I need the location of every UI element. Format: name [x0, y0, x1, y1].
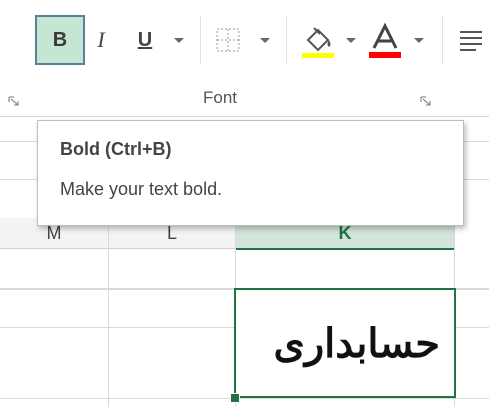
fill-color-button[interactable] [298, 20, 338, 60]
dialog-launcher-icon[interactable] [8, 96, 20, 106]
fill-color-dropdown-icon[interactable] [346, 38, 356, 43]
ribbon-separator [286, 16, 287, 64]
ribbon-separator [442, 16, 443, 64]
borders-button[interactable] [212, 24, 244, 56]
bold-button[interactable]: B [35, 15, 85, 65]
bold-icon: B [52, 28, 68, 51]
font-color-icon [369, 22, 401, 58]
font-dialog-launcher-icon[interactable] [420, 96, 432, 106]
align-icon [460, 31, 482, 51]
underline-icon: U [137, 28, 153, 51]
font-color-button[interactable] [364, 20, 406, 60]
font-color-dropdown-icon[interactable] [414, 38, 424, 43]
italic-icon: I [97, 27, 105, 52]
italic-button[interactable]: I [88, 22, 114, 58]
fill-handle[interactable] [230, 393, 240, 403]
tooltip-title: Bold (Ctrl+B) [60, 139, 172, 159]
cell-value: حسابداری [273, 319, 440, 367]
font-group-label: Font [202, 88, 238, 107]
tooltip-description: Make your text bold. [60, 179, 223, 199]
active-cell[interactable]: حسابداری [234, 288, 456, 398]
bold-tooltip: Bold (Ctrl+B) Make your text bold. [37, 120, 464, 226]
gridline [0, 398, 489, 399]
underline-button[interactable]: U [128, 22, 162, 58]
align-button[interactable] [458, 28, 484, 52]
borders-dropdown-icon[interactable] [260, 38, 270, 43]
underline-dropdown-icon[interactable] [174, 38, 184, 43]
fill-color-icon [302, 27, 334, 58]
ribbon-font-group: B I U Font [0, 0, 489, 117]
ribbon-separator [200, 16, 201, 64]
borders-icon [216, 28, 240, 52]
